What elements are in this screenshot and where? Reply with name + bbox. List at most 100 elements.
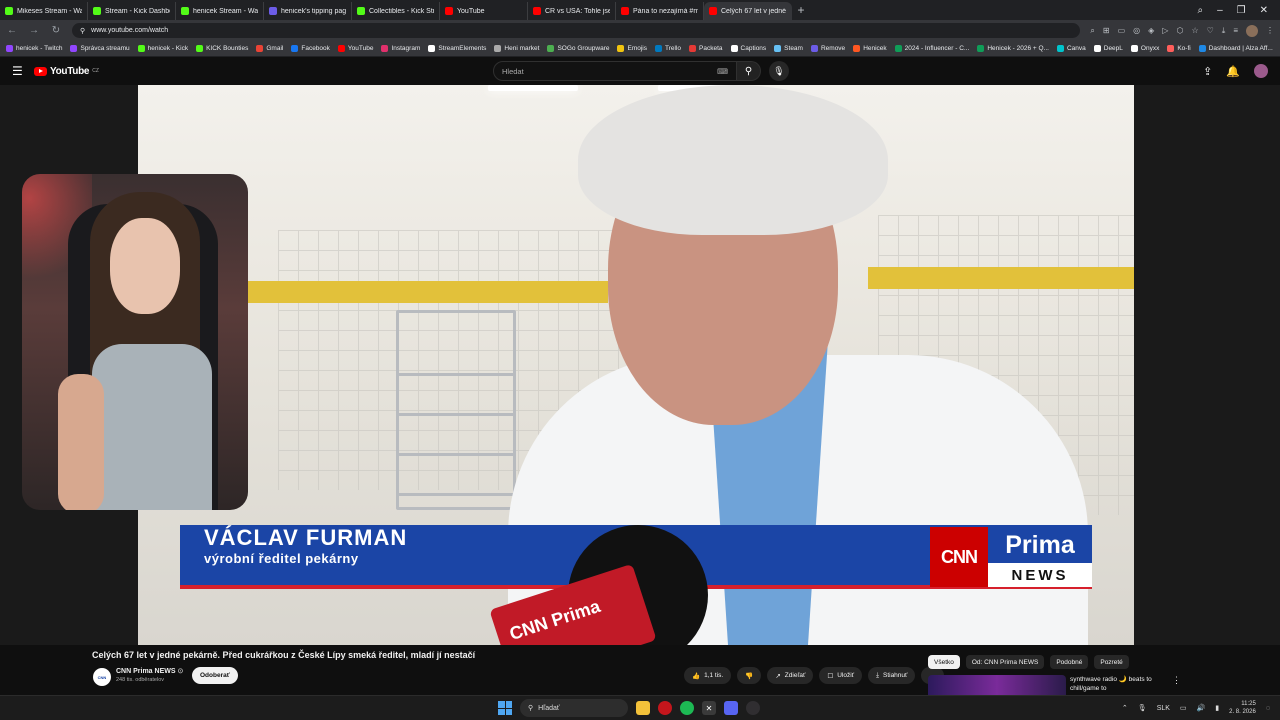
tray-overflow-icon[interactable]: ⌃ bbox=[1122, 704, 1128, 712]
bookmark-item[interactable]: Trello bbox=[655, 45, 681, 52]
chip-watched[interactable]: Pozreté bbox=[1094, 655, 1129, 669]
minimize-icon[interactable]: – bbox=[1217, 5, 1223, 16]
like-button[interactable]: 👍 1,1 tis. bbox=[684, 667, 732, 684]
channel-avatar[interactable]: CNN bbox=[93, 668, 111, 686]
bookmark-item[interactable]: Henicek bbox=[853, 45, 887, 52]
recommended-video-thumbnail[interactable] bbox=[928, 675, 1066, 695]
chip-related[interactable]: Podobné bbox=[1050, 655, 1089, 669]
bookmark-item[interactable]: Správca streamu bbox=[70, 45, 130, 52]
play-extension-icon[interactable]: ▷ bbox=[1162, 26, 1168, 35]
extension-icon[interactable]: ◈ bbox=[1148, 26, 1154, 35]
browser-tab[interactable]: henicek's tipping page bbox=[264, 2, 352, 20]
share-button[interactable]: ↗ Zdieľať bbox=[767, 667, 814, 684]
new-tab-button[interactable]: + bbox=[792, 3, 810, 17]
search-tabs-icon[interactable]: ⌕ bbox=[1197, 5, 1203, 16]
save-button[interactable]: ☐ Uložiť bbox=[819, 667, 863, 684]
microphone-tray-icon[interactable]: 🎙 bbox=[1138, 704, 1147, 712]
bookmark-star-icon[interactable]: ☆ bbox=[1191, 26, 1198, 35]
voice-search-button[interactable]: 🎙 bbox=[769, 61, 789, 81]
xbox-icon[interactable]: ✕ bbox=[702, 701, 716, 715]
recommended-video-title[interactable]: synthwave radio 🌙 beats to chill/game to bbox=[1070, 675, 1160, 693]
bookmark-item[interactable]: Onyxx bbox=[1130, 45, 1159, 52]
network-icon[interactable]: ▭ bbox=[1180, 704, 1187, 712]
browser-tab[interactable]: Collectibles - Kick Stream bbox=[352, 2, 440, 20]
bookmark-item[interactable]: Captions bbox=[730, 45, 766, 52]
profile-avatar[interactable] bbox=[1246, 24, 1258, 37]
volume-icon[interactable]: 🔊 bbox=[1197, 704, 1206, 712]
download-icon[interactable]: ⤓ bbox=[1222, 26, 1226, 36]
kebab-menu-icon[interactable]: ⋮ bbox=[1266, 26, 1274, 35]
bookmark-item[interactable]: Packeta bbox=[689, 45, 723, 52]
hamburger-menu-icon[interactable]: ☰ bbox=[12, 64, 32, 78]
keyboard-icon[interactable]: ⌨ bbox=[717, 67, 728, 76]
battery-icon[interactable]: ▮ bbox=[1215, 704, 1219, 712]
windows-taskbar: ⚲ Hľadať ✕ ⌃ 🎙 SLK ▭ 🔊 ▮ 11:25 2. 8. 2026… bbox=[0, 695, 1280, 720]
reload-icon[interactable]: ↻ bbox=[50, 25, 62, 36]
search-button[interactable]: ⚲ bbox=[737, 61, 761, 81]
bookmark-item[interactable]: Facebook bbox=[291, 45, 330, 52]
notifications-bell-icon[interactable]: 🔔 bbox=[1226, 65, 1240, 78]
download-button[interactable]: ⤓ Stiahnuť bbox=[868, 667, 916, 684]
search-input[interactable]: Hledat ⌨ bbox=[493, 61, 737, 81]
bookmark-item[interactable]: 2024 - Influencer - C... bbox=[894, 45, 969, 52]
install-icon[interactable]: ⊞ bbox=[1103, 26, 1110, 35]
youtube-logo[interactable]: YouTube CZ bbox=[34, 66, 99, 77]
bookmark-item[interactable]: henicek - Twitch bbox=[6, 45, 62, 52]
dislike-button[interactable]: 👎 bbox=[737, 667, 762, 684]
spotify-icon[interactable] bbox=[680, 701, 694, 715]
browser-tab-active[interactable]: Celých 67 let v jedné bbox=[704, 2, 792, 20]
channel-name[interactable]: CNN Prima NEWS ⊙ bbox=[116, 667, 183, 675]
taskbar-search[interactable]: ⚲ Hľadať bbox=[520, 699, 628, 717]
bookmark-item[interactable]: henicek - Kick bbox=[137, 45, 188, 52]
opera-browser-icon[interactable] bbox=[658, 701, 672, 715]
maximize-icon[interactable]: ❐ bbox=[1237, 5, 1246, 16]
bookmark-item[interactable]: Gmail bbox=[256, 45, 283, 52]
browser-tab[interactable]: henicek Stream - Watch L bbox=[176, 2, 264, 20]
bookmark-item[interactable]: Dashboard | Alza Aff... bbox=[1198, 45, 1273, 52]
bookmark-item[interactable]: KICK Bounties bbox=[196, 45, 248, 52]
extension-icon[interactable]: ◎ bbox=[1133, 26, 1140, 35]
recommended-more-icon[interactable]: ⋮ bbox=[1172, 675, 1181, 686]
bookmark-item[interactable]: SOGo Groupware bbox=[547, 45, 609, 52]
obs-icon[interactable] bbox=[746, 701, 760, 715]
site-info-icon[interactable]: ⚲ bbox=[80, 27, 85, 35]
browser-tab[interactable]: Pána to nezajímá #mikes bbox=[616, 2, 704, 20]
bookmark-item[interactable]: Ko-fi bbox=[1167, 45, 1191, 52]
back-icon[interactable]: ← bbox=[6, 25, 18, 36]
clock[interactable]: 11:25 2. 8. 2026 bbox=[1229, 700, 1256, 716]
upload-icon[interactable]: ⇪ bbox=[1203, 65, 1212, 78]
extension-icon[interactable]: ⬡ bbox=[1176, 26, 1183, 35]
bookmark-item[interactable]: Emojis bbox=[617, 45, 647, 52]
account-avatar[interactable] bbox=[1254, 64, 1268, 78]
url-field[interactable]: ⚲ www.youtube.com/watch bbox=[72, 23, 1081, 38]
chip-all[interactable]: Všetko bbox=[928, 655, 960, 669]
bookmark-item[interactable]: Canva bbox=[1056, 45, 1086, 52]
video-frame[interactable]: VÁCLAV FURMAN výrobní ředitel pekárny CN… bbox=[138, 85, 1134, 645]
bookmark-item[interactable]: Steam bbox=[774, 45, 803, 52]
browser-tab[interactable]: Mikeses Stream - Wa bbox=[0, 2, 88, 20]
browser-tab[interactable]: ČR vs USA: Tohle jsem v Č bbox=[528, 2, 616, 20]
discord-icon[interactable] bbox=[724, 701, 738, 715]
search-icon: ⚲ bbox=[744, 65, 753, 77]
bookmark-item[interactable]: Heni market bbox=[494, 45, 539, 52]
browser-tab[interactable]: YouTube bbox=[440, 2, 528, 20]
bookmark-item[interactable]: Instagram bbox=[381, 45, 420, 52]
file-explorer-icon[interactable] bbox=[636, 701, 650, 715]
notifications-icon[interactable]: ◌ bbox=[1266, 705, 1270, 712]
browser-tab[interactable]: Stream - Kick Dashboard bbox=[88, 2, 176, 20]
bookmark-item[interactable]: YouTube bbox=[337, 45, 373, 52]
forward-icon[interactable]: → bbox=[28, 25, 40, 36]
bookmark-item[interactable]: Henicek - 2026 + Q... bbox=[977, 45, 1049, 52]
bookmark-item[interactable]: StreamElements bbox=[428, 45, 486, 52]
windows-start-icon[interactable] bbox=[498, 701, 512, 715]
subscribe-button[interactable]: Odoberať bbox=[192, 667, 238, 684]
zoom-icon[interactable]: ⌕ bbox=[1090, 26, 1094, 36]
chip-from-channel[interactable]: Od: CNN Prima NEWS bbox=[965, 655, 1045, 669]
language-indicator[interactable]: SLK bbox=[1157, 705, 1170, 712]
bookmark-item[interactable]: DeepL bbox=[1093, 45, 1123, 52]
menu-lines-icon[interactable]: ≡ bbox=[1233, 26, 1238, 35]
heart-icon[interactable]: ♡ bbox=[1207, 26, 1214, 35]
cast-icon[interactable]: ▭ bbox=[1118, 26, 1126, 35]
bookmark-item[interactable]: Remove bbox=[810, 45, 845, 52]
close-icon[interactable]: ✕ bbox=[1260, 5, 1268, 16]
